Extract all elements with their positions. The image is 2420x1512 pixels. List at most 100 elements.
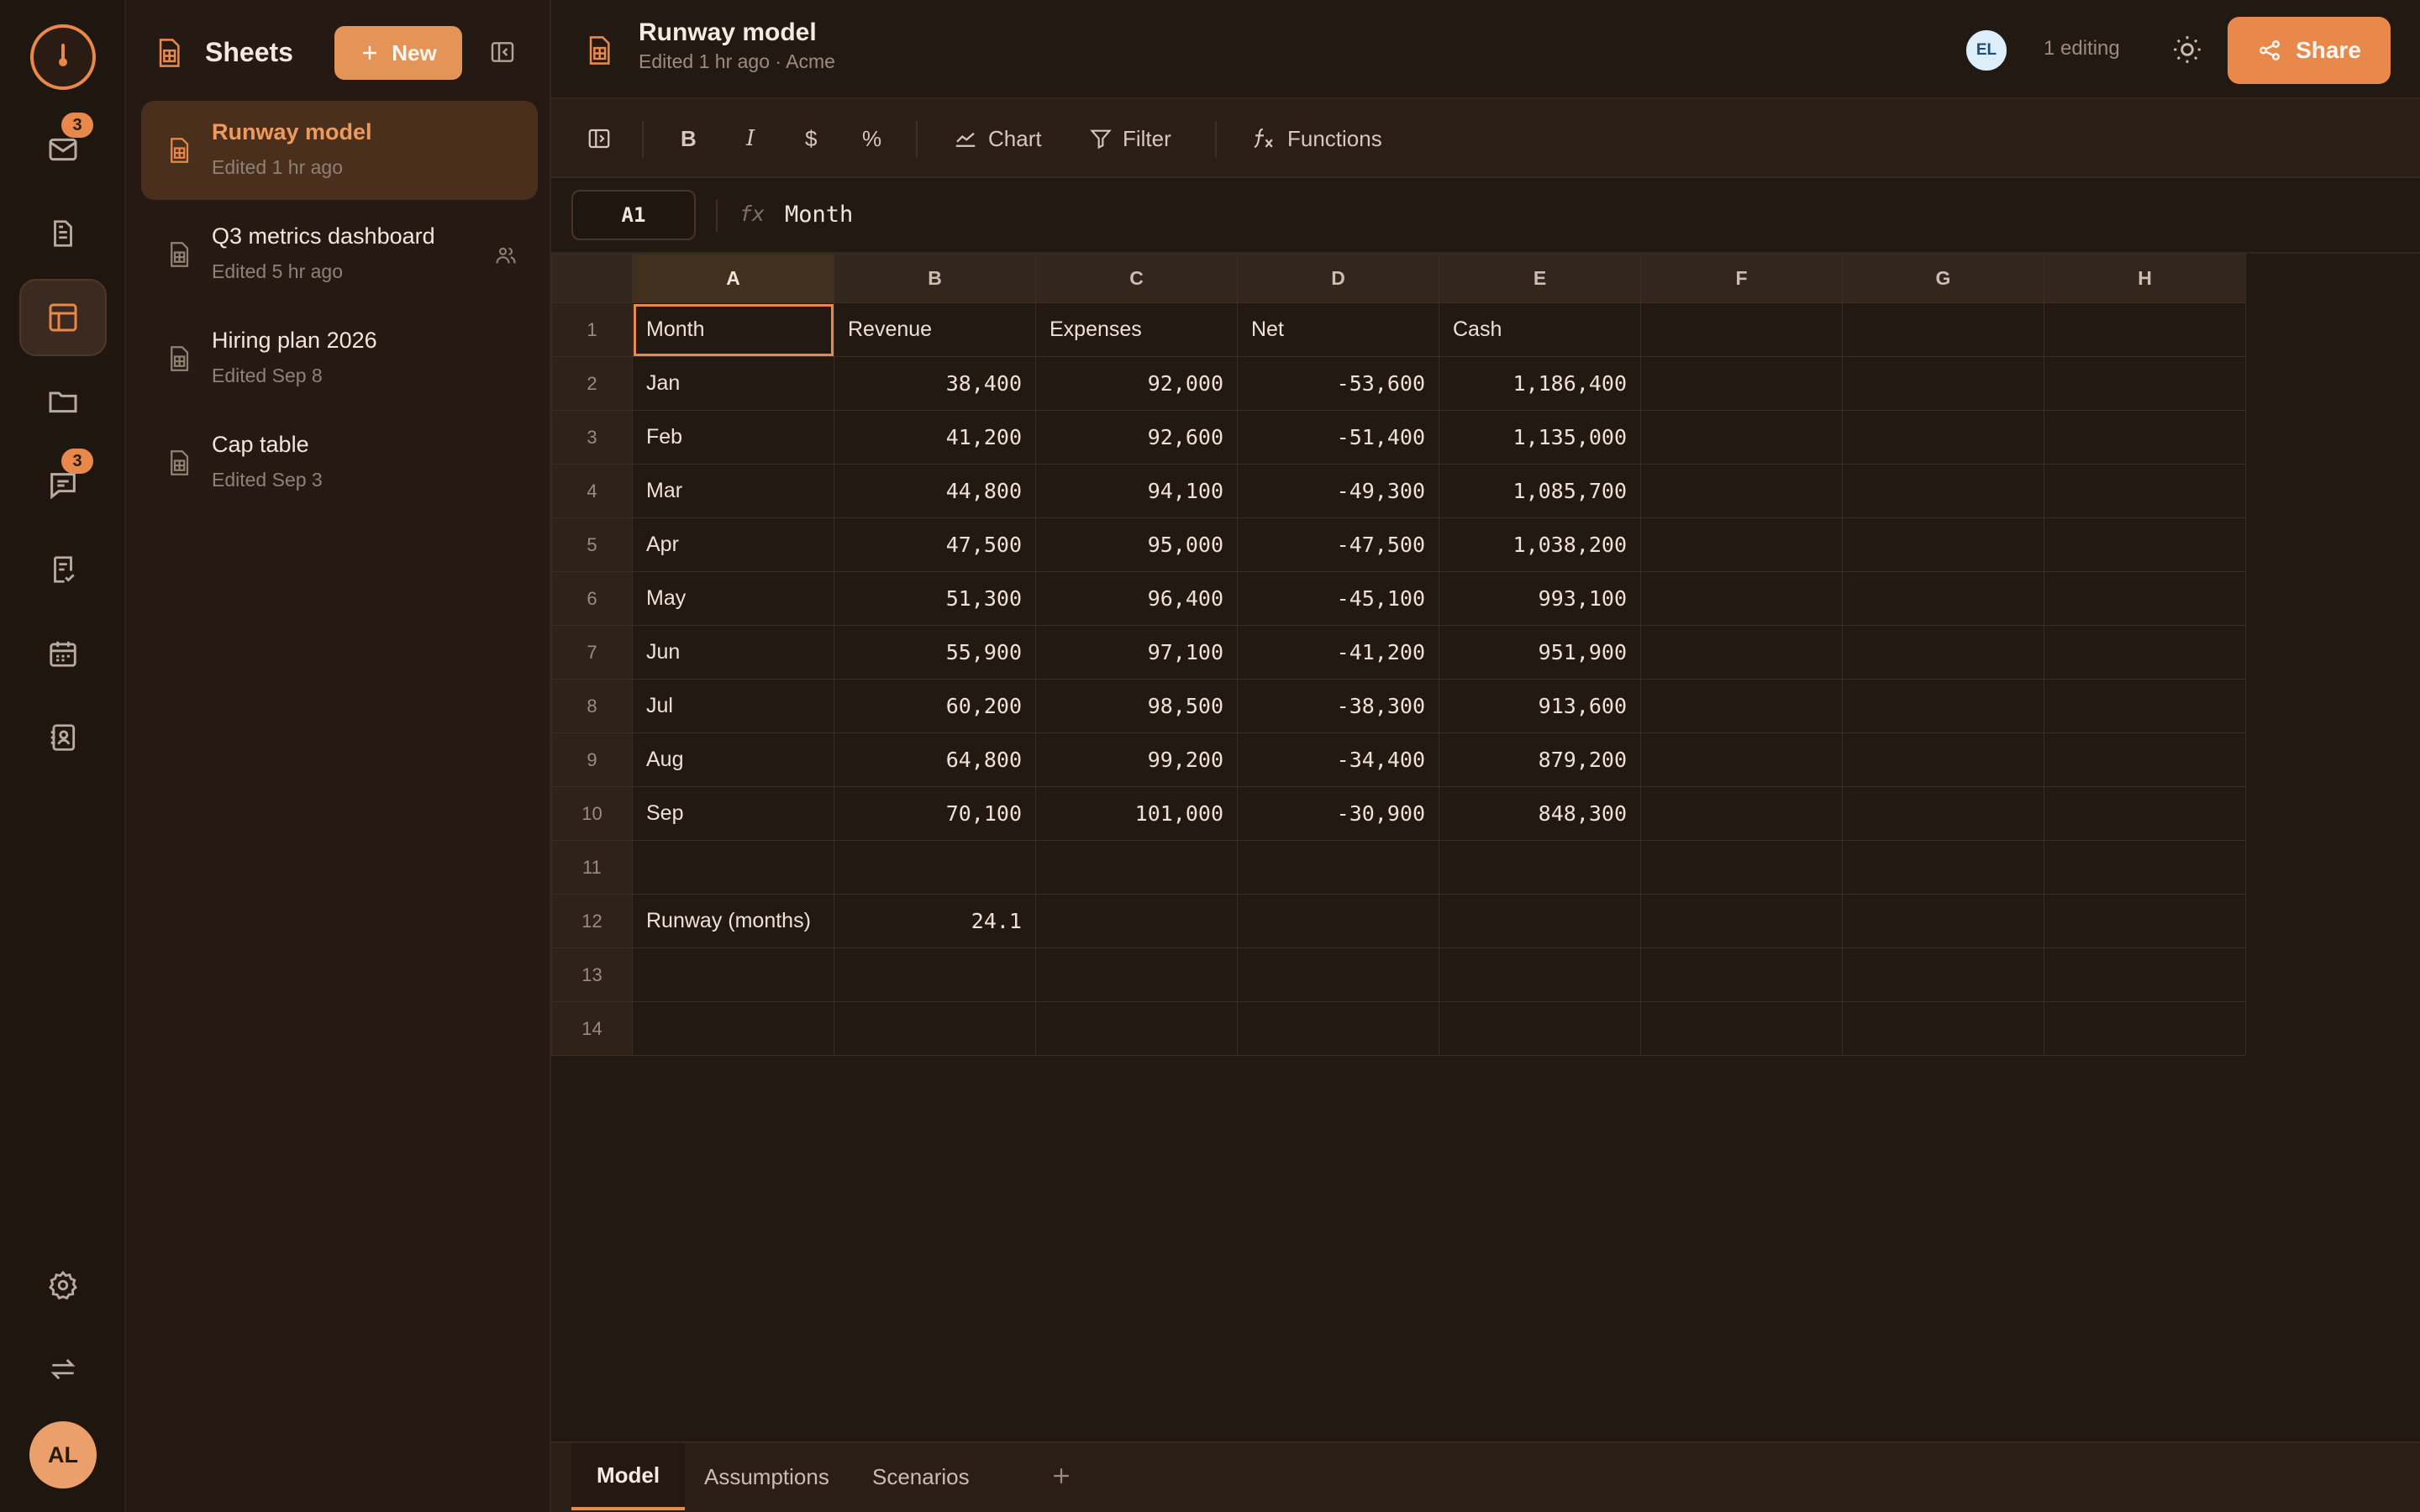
file-item-q3-metrics[interactable]: Q3 metrics dashboard Edited 5 hr ago xyxy=(141,205,538,304)
cell-c9[interactable]: 99,200 xyxy=(1035,732,1238,787)
cell-g8[interactable] xyxy=(1842,679,2044,733)
share-button[interactable]: Share xyxy=(2228,17,2391,84)
cell-e7[interactable]: 951,900 xyxy=(1439,625,1641,680)
cell-a3[interactable]: Feb xyxy=(632,410,834,465)
cell-g12[interactable] xyxy=(1842,894,2044,948)
bold-button[interactable]: B xyxy=(681,99,697,178)
cell-h2[interactable] xyxy=(2044,356,2246,411)
cell-c14[interactable] xyxy=(1035,1001,1238,1056)
cell-d5[interactable]: -47,500 xyxy=(1237,517,1439,572)
cell-b13[interactable] xyxy=(834,948,1036,1002)
cell-e12[interactable] xyxy=(1439,894,1641,948)
cell-a6[interactable]: May xyxy=(632,571,834,626)
collapse-panel-button[interactable] xyxy=(489,39,516,66)
cell-d12[interactable] xyxy=(1237,894,1439,948)
row-header[interactable]: 13 xyxy=(551,948,633,1002)
rail-sheets-button[interactable] xyxy=(19,279,107,356)
cell-e4[interactable]: 1,085,700 xyxy=(1439,464,1641,518)
cell-a5[interactable]: Apr xyxy=(632,517,834,572)
cell-e11[interactable] xyxy=(1439,840,1641,895)
cell-d9[interactable]: -34,400 xyxy=(1237,732,1439,787)
row-header[interactable]: 14 xyxy=(551,1001,633,1056)
column-header-g[interactable]: G xyxy=(1842,254,2044,303)
app-logo-icon[interactable] xyxy=(30,24,96,90)
add-sheet-button[interactable] xyxy=(1049,1463,1074,1488)
cell-g6[interactable] xyxy=(1842,571,2044,626)
cell-c6[interactable]: 96,400 xyxy=(1035,571,1238,626)
cell-h1[interactable] xyxy=(2044,302,2246,357)
select-all-corner[interactable] xyxy=(551,254,633,303)
cell-reference-box[interactable]: A1 xyxy=(571,190,696,240)
cell-g9[interactable] xyxy=(1842,732,2044,787)
column-header-e[interactable]: E xyxy=(1439,254,1641,303)
cell-b8[interactable]: 60,200 xyxy=(834,679,1036,733)
cell-e8[interactable]: 913,600 xyxy=(1439,679,1641,733)
rail-contacts-button[interactable] xyxy=(19,699,107,776)
cell-g11[interactable] xyxy=(1842,840,2044,895)
cell-d8[interactable]: -38,300 xyxy=(1237,679,1439,733)
cell-c10[interactable]: 101,000 xyxy=(1035,786,1238,841)
column-header-c[interactable]: C xyxy=(1035,254,1238,303)
rail-files-button[interactable] xyxy=(19,363,107,440)
cell-g3[interactable] xyxy=(1842,410,2044,465)
cell-b2[interactable]: 38,400 xyxy=(834,356,1036,411)
cell-a4[interactable]: Mar xyxy=(632,464,834,518)
row-header[interactable]: 7 xyxy=(551,625,633,680)
percent-format-button[interactable]: % xyxy=(862,99,881,178)
cell-e10[interactable]: 848,300 xyxy=(1439,786,1641,841)
user-avatar[interactable]: AL xyxy=(29,1421,97,1488)
cell-g2[interactable] xyxy=(1842,356,2044,411)
cell-e2[interactable]: 1,186,400 xyxy=(1439,356,1641,411)
cell-a12[interactable]: Runway (months) xyxy=(632,894,834,948)
cell-e6[interactable]: 993,100 xyxy=(1439,571,1641,626)
cell-e9[interactable]: 879,200 xyxy=(1439,732,1641,787)
cell-h3[interactable] xyxy=(2044,410,2246,465)
cell-f6[interactable] xyxy=(1640,571,1843,626)
cell-f11[interactable] xyxy=(1640,840,1843,895)
rail-tasks-button[interactable] xyxy=(19,531,107,608)
rail-docs-button[interactable] xyxy=(19,195,107,272)
cell-b14[interactable] xyxy=(834,1001,1036,1056)
row-header[interactable]: 12 xyxy=(551,894,633,948)
sheet-tab-model[interactable]: Model xyxy=(571,1443,686,1510)
sheet-tab-assumptions[interactable]: Assumptions xyxy=(679,1443,855,1510)
cell-g10[interactable] xyxy=(1842,786,2044,841)
cell-e5[interactable]: 1,038,200 xyxy=(1439,517,1641,572)
cell-d2[interactable]: -53,600 xyxy=(1237,356,1439,411)
cell-g13[interactable] xyxy=(1842,948,2044,1002)
currency-format-button[interactable]: $ xyxy=(805,99,817,178)
rail-settings-button[interactable] xyxy=(19,1247,107,1324)
cell-h4[interactable] xyxy=(2044,464,2246,518)
cell-a8[interactable]: Jul xyxy=(632,679,834,733)
cell-h9[interactable] xyxy=(2044,732,2246,787)
cell-f10[interactable] xyxy=(1640,786,1843,841)
cell-a14[interactable] xyxy=(632,1001,834,1056)
collaborator-avatar[interactable]: EL xyxy=(1965,29,2008,72)
cell-a1[interactable]: Month xyxy=(632,302,834,357)
cell-b7[interactable]: 55,900 xyxy=(834,625,1036,680)
cell-g14[interactable] xyxy=(1842,1001,2044,1056)
cell-c11[interactable] xyxy=(1035,840,1238,895)
file-item-runway-model[interactable]: Runway model Edited 1 hr ago xyxy=(141,101,538,200)
document-title[interactable]: Runway model xyxy=(639,18,817,47)
column-header-h[interactable]: H xyxy=(2044,254,2246,303)
cell-b9[interactable]: 64,800 xyxy=(834,732,1036,787)
new-sheet-button[interactable]: New xyxy=(334,26,462,80)
file-item-cap-table[interactable]: Cap table Edited Sep 3 xyxy=(141,413,538,512)
cell-f13[interactable] xyxy=(1640,948,1843,1002)
cell-c1[interactable]: Expenses xyxy=(1035,302,1238,357)
cell-f3[interactable] xyxy=(1640,410,1843,465)
column-header-a[interactable]: A xyxy=(632,254,834,303)
cell-h14[interactable] xyxy=(2044,1001,2246,1056)
row-header[interactable]: 6 xyxy=(551,571,633,626)
file-item-hiring-plan[interactable]: Hiring plan 2026 Edited Sep 8 xyxy=(141,309,538,408)
rail-switch-button[interactable] xyxy=(19,1331,107,1408)
cell-h7[interactable] xyxy=(2044,625,2246,680)
italic-button[interactable]: I xyxy=(746,99,755,178)
cell-h8[interactable] xyxy=(2044,679,2246,733)
row-header[interactable]: 3 xyxy=(551,410,633,465)
row-header[interactable]: 9 xyxy=(551,732,633,787)
cell-b4[interactable]: 44,800 xyxy=(834,464,1036,518)
cell-a7[interactable]: Jun xyxy=(632,625,834,680)
cell-b3[interactable]: 41,200 xyxy=(834,410,1036,465)
